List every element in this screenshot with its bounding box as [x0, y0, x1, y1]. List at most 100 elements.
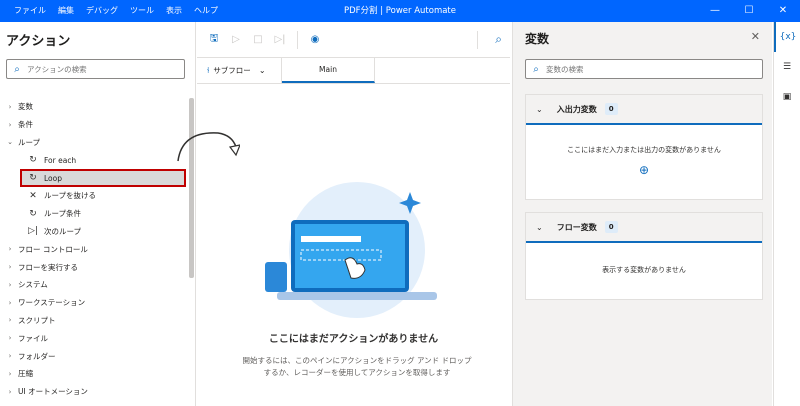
io-variables-body: ここにはまだ入力または出力の変数がありません ⊕	[526, 125, 762, 177]
menu-help[interactable]: ヘルプ	[194, 0, 218, 22]
action-group[interactable]: › スクリプト	[0, 312, 190, 330]
stop-icon[interactable]: □	[247, 34, 269, 45]
maximize-icon[interactable]: ☐	[732, 0, 766, 22]
chevron-right-icon: ›	[8, 352, 12, 361]
action-item-label: Loop	[44, 173, 62, 183]
chevron-down-icon: ⌄	[536, 222, 543, 232]
action-group-label: 条件	[18, 120, 33, 130]
action-group-label: 変数	[18, 102, 33, 112]
record-icon[interactable]: ◉	[304, 34, 326, 45]
actions-panel: アクション ⌕ › 変数 › 条件 ⌄ ループ ↻ For each ↻ Loop ✕ ループを抜ける…	[0, 22, 196, 406]
variables-search-box[interactable]: ⌕	[525, 59, 763, 79]
chevron-right-icon: ›	[8, 280, 12, 289]
minimize-icon[interactable]: —	[698, 0, 732, 22]
save-icon[interactable]: 🖫	[203, 31, 225, 48]
layers-icon[interactable]: ☰	[774, 52, 800, 82]
action-item[interactable]: ↻ Loop	[20, 169, 186, 187]
chevron-right-icon: ›	[8, 387, 12, 396]
action-group[interactable]: › 条件	[0, 116, 190, 134]
search-icon: ⌕	[533, 63, 539, 75]
chevron-right-icon: ›	[8, 102, 12, 111]
subflow-dropdown[interactable]: ⫮ サブフロー ⌄	[197, 58, 282, 83]
designer-toolbar: 🖫 ▷ □ ▷| ◉ ⌕	[197, 22, 510, 58]
actions-search-input[interactable]	[27, 64, 177, 74]
flow-variables-empty-text: 表示する変数がありません	[602, 266, 686, 274]
tab-main[interactable]: Main	[282, 58, 375, 83]
actions-tree: › 変数 › 条件 ⌄ ループ ↻ For each ↻ Loop ✕ ループを抜ける ↻ ループ条件 ▷|…	[0, 98, 190, 406]
skip-icon: ▷|	[28, 226, 38, 237]
variables-panel: 変数 ✕ ⌕ ⌄ 入出力変数 0 ここにはまだ入力または出力の変数がありません …	[512, 22, 772, 406]
io-variables-label: 入出力変数	[556, 104, 597, 114]
search-icon[interactable]: ⌕	[495, 32, 502, 47]
action-item[interactable]: ↻ ループ条件	[0, 205, 190, 223]
actions-search-box[interactable]: ⌕	[6, 59, 185, 79]
action-item[interactable]: ▷| 次のループ	[0, 223, 190, 241]
drag-arrow-icon	[177, 132, 240, 162]
action-group[interactable]: › ワークステーション	[0, 294, 190, 312]
menu-file[interactable]: ファイル	[14, 0, 46, 22]
variables-icon[interactable]: {x}	[774, 22, 800, 52]
action-group[interactable]: ⌄ ループ	[0, 134, 190, 152]
toolbar-divider	[477, 31, 478, 49]
io-variables-header[interactable]: ⌄ 入出力変数 0	[526, 95, 762, 125]
chevron-right-icon: ›	[8, 263, 12, 272]
action-group[interactable]: › 圧縮	[0, 365, 190, 383]
flow-tabs: ⫮ サブフロー ⌄ Main	[197, 58, 510, 84]
action-group[interactable]: › システム	[0, 276, 190, 294]
action-group-label: ワークステーション	[18, 298, 86, 308]
step-icon[interactable]: ▷|	[269, 34, 291, 45]
empty-state-description: 開始するには、このペインにアクションをドラッグ アンド ドロップ するか、レコー…	[242, 355, 472, 379]
menu-debug[interactable]: デバッグ	[86, 0, 118, 22]
close-icon[interactable]: ✕	[766, 0, 800, 22]
empty-state-illustration	[265, 182, 437, 318]
action-group[interactable]: › 変数	[0, 98, 190, 116]
action-group-label: ループ	[18, 137, 41, 147]
search-icon: ⌕	[14, 63, 20, 75]
action-group[interactable]: › フローを実行する	[0, 258, 190, 276]
empty-desc-line2: するか、レコーダーを使用してアクションを取得します	[263, 368, 451, 377]
x-icon: ✕	[29, 190, 37, 201]
run-icon[interactable]: ▷	[225, 34, 247, 45]
subflow-label: サブフロー	[213, 66, 251, 75]
action-item-label: 次のループ	[44, 226, 82, 236]
io-variables-empty-text: ここにはまだ入力または出力の変数がありません	[567, 146, 721, 154]
action-group-label: スクリプト	[18, 315, 56, 325]
action-item[interactable]: ✕ ループを抜ける	[0, 187, 190, 205]
action-item-label: ループ条件	[44, 209, 82, 219]
toolbar-divider	[297, 30, 298, 49]
action-group[interactable]: › ファイル	[0, 329, 190, 347]
close-icon[interactable]: ✕	[751, 30, 760, 43]
image-icon[interactable]: ▣	[774, 82, 800, 112]
action-group-label: フローを実行する	[18, 262, 78, 272]
chevron-right-icon: ›	[8, 316, 12, 325]
variables-search-input[interactable]	[546, 64, 746, 74]
menu-tools[interactable]: ツール	[130, 0, 154, 22]
loop-icon: ↻	[29, 155, 37, 166]
title-bar: ファイル 編集 デバッグ ツール 表示 ヘルプ PDF分割 | Power Au…	[0, 0, 800, 22]
action-group-label: フォルダー	[18, 351, 56, 361]
action-item[interactable]: ↻ For each	[0, 151, 190, 169]
add-icon[interactable]: ⊕	[526, 163, 762, 177]
flow-variables-header[interactable]: ⌄ フロー変数 0	[526, 213, 762, 243]
empty-state-title: ここにはまだアクションがありません	[268, 334, 439, 345]
action-group[interactable]: ›HTTP	[0, 401, 190, 406]
right-rail: {x} ☰ ▣	[773, 22, 800, 406]
menu-edit[interactable]: 編集	[58, 0, 74, 22]
action-group[interactable]: › フロー コントロール	[0, 240, 190, 258]
designer-canvas[interactable]: ここにはまだアクションがありません 開始するには、このペインにアクションをドラッ…	[197, 85, 510, 406]
menu-view[interactable]: 表示	[166, 0, 182, 22]
chevron-right-icon: ›	[8, 120, 12, 129]
flow-variables-label: フロー変数	[556, 222, 597, 232]
subflow-icon: ⫮	[207, 65, 210, 76]
action-group-label: UI オートメーション	[18, 387, 88, 397]
menu-bar: ファイル 編集 デバッグ ツール 表示 ヘルプ	[0, 0, 230, 22]
chevron-down-icon: ⌄	[7, 138, 13, 147]
io-variables-count: 0	[604, 103, 618, 115]
io-variables-section: ⌄ 入出力変数 0 ここにはまだ入力または出力の変数がありません ⊕	[525, 94, 763, 200]
action-group[interactable]: › UI オートメーション	[0, 383, 190, 401]
action-group-label: フロー コントロール	[18, 244, 88, 254]
chevron-right-icon: ›	[8, 334, 12, 343]
action-group[interactable]: › フォルダー	[0, 347, 190, 365]
action-item-label: For each	[44, 155, 77, 165]
chevron-right-icon: ›	[8, 298, 12, 307]
